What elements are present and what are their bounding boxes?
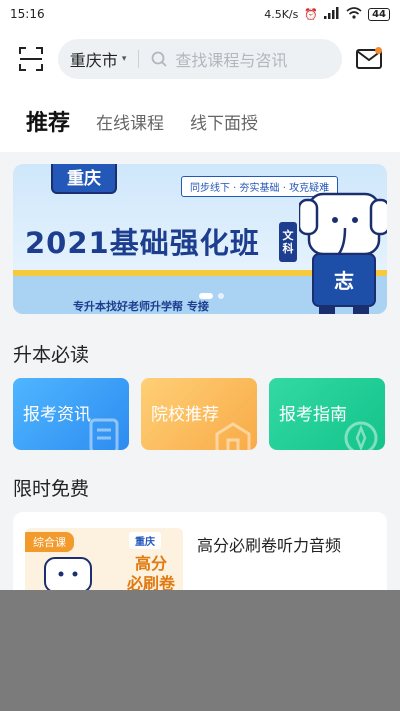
dropdown-icon: ▾ <box>121 54 127 64</box>
course-type-badge: 综合课 <box>25 532 74 552</box>
scan-button[interactable] <box>14 42 48 76</box>
dim-overlay <box>0 590 400 711</box>
network-speed: 4.5K/s <box>264 7 299 21</box>
badge-top: 文 <box>282 229 294 242</box>
badge-bottom: 科 <box>282 242 294 255</box>
status-time: 15:16 <box>10 7 45 21</box>
search-divider <box>138 50 140 68</box>
document-icon <box>89 418 119 450</box>
banner-footer: 专升本找好老师升学帮 专接 <box>73 300 209 313</box>
notification-dot <box>375 47 382 54</box>
scan-icon <box>18 47 43 71</box>
banner-subject-badge: 文 科 <box>279 222 297 262</box>
tab-offline-classes[interactable]: 线下面授 <box>190 109 258 134</box>
category-tabs: 推荐 在线课程 线下面授 <box>0 90 400 152</box>
section-title-free: 限时免费 <box>13 478 90 500</box>
search-icon <box>151 51 167 67</box>
carousel-dots <box>199 293 224 299</box>
card-exam-news-label: 报考资讯 <box>23 405 91 425</box>
tab-online-courses[interactable]: 在线课程 <box>96 109 164 134</box>
alarm-icon: ⏰ <box>304 7 319 21</box>
signal-icon <box>324 6 340 22</box>
status-bar: 15:16 4.5K/s ⏰ 44 <box>0 0 400 28</box>
card-exam-news[interactable]: 报考资讯 <box>13 378 129 450</box>
card-exam-guide-label: 报考指南 <box>279 405 347 425</box>
quick-link-cards: 报考资讯 院校推荐 报考指南 <box>13 378 387 450</box>
battery-icon: 44 <box>368 7 390 21</box>
banner-title: 2021基础强化班 <box>25 226 260 260</box>
message-button[interactable] <box>352 42 386 76</box>
school-icon <box>215 422 251 450</box>
promo-banner[interactable]: 重庆 同步线下 · 夯实基础 · 攻克疑难 2021基础强化班 文 科 专升本找… <box>13 164 387 314</box>
carousel-dot <box>218 293 224 299</box>
card-exam-guide[interactable]: 报考指南 <box>269 378 385 450</box>
course-cover-text: 高分 必刷卷 <box>121 554 181 594</box>
banner-city-tag: 重庆 <box>51 164 117 194</box>
city-selector[interactable]: 重庆市 ▾ <box>70 47 127 71</box>
tab-recommend[interactable]: 推荐 <box>26 105 70 137</box>
wifi-icon <box>346 6 362 22</box>
course-title: 高分必刷卷听力音频 <box>197 536 342 555</box>
carousel-dot-active <box>199 293 213 299</box>
search-input[interactable]: 查找课程与咨讯 <box>175 47 287 71</box>
cover-text-line1: 高分 <box>134 554 167 573</box>
top-header: 重庆市 ▾ 查找课程与咨讯 <box>0 28 400 90</box>
mascot-shirt-text: 志 <box>334 269 354 293</box>
status-icons: 4.5K/s ⏰ 44 <box>264 6 390 22</box>
section-title-read: 升本必读 <box>13 344 90 366</box>
elephant-mascot-icon: 志 <box>299 192 387 314</box>
city-label: 重庆市 <box>69 51 118 70</box>
card-school-recommend[interactable]: 院校推荐 <box>141 378 257 450</box>
search-bar[interactable]: 重庆市 ▾ 查找课程与咨讯 <box>57 39 343 79</box>
course-city-badge: 重庆 <box>129 532 161 549</box>
card-school-recommend-label: 院校推荐 <box>151 405 219 425</box>
compass-icon <box>344 421 378 450</box>
